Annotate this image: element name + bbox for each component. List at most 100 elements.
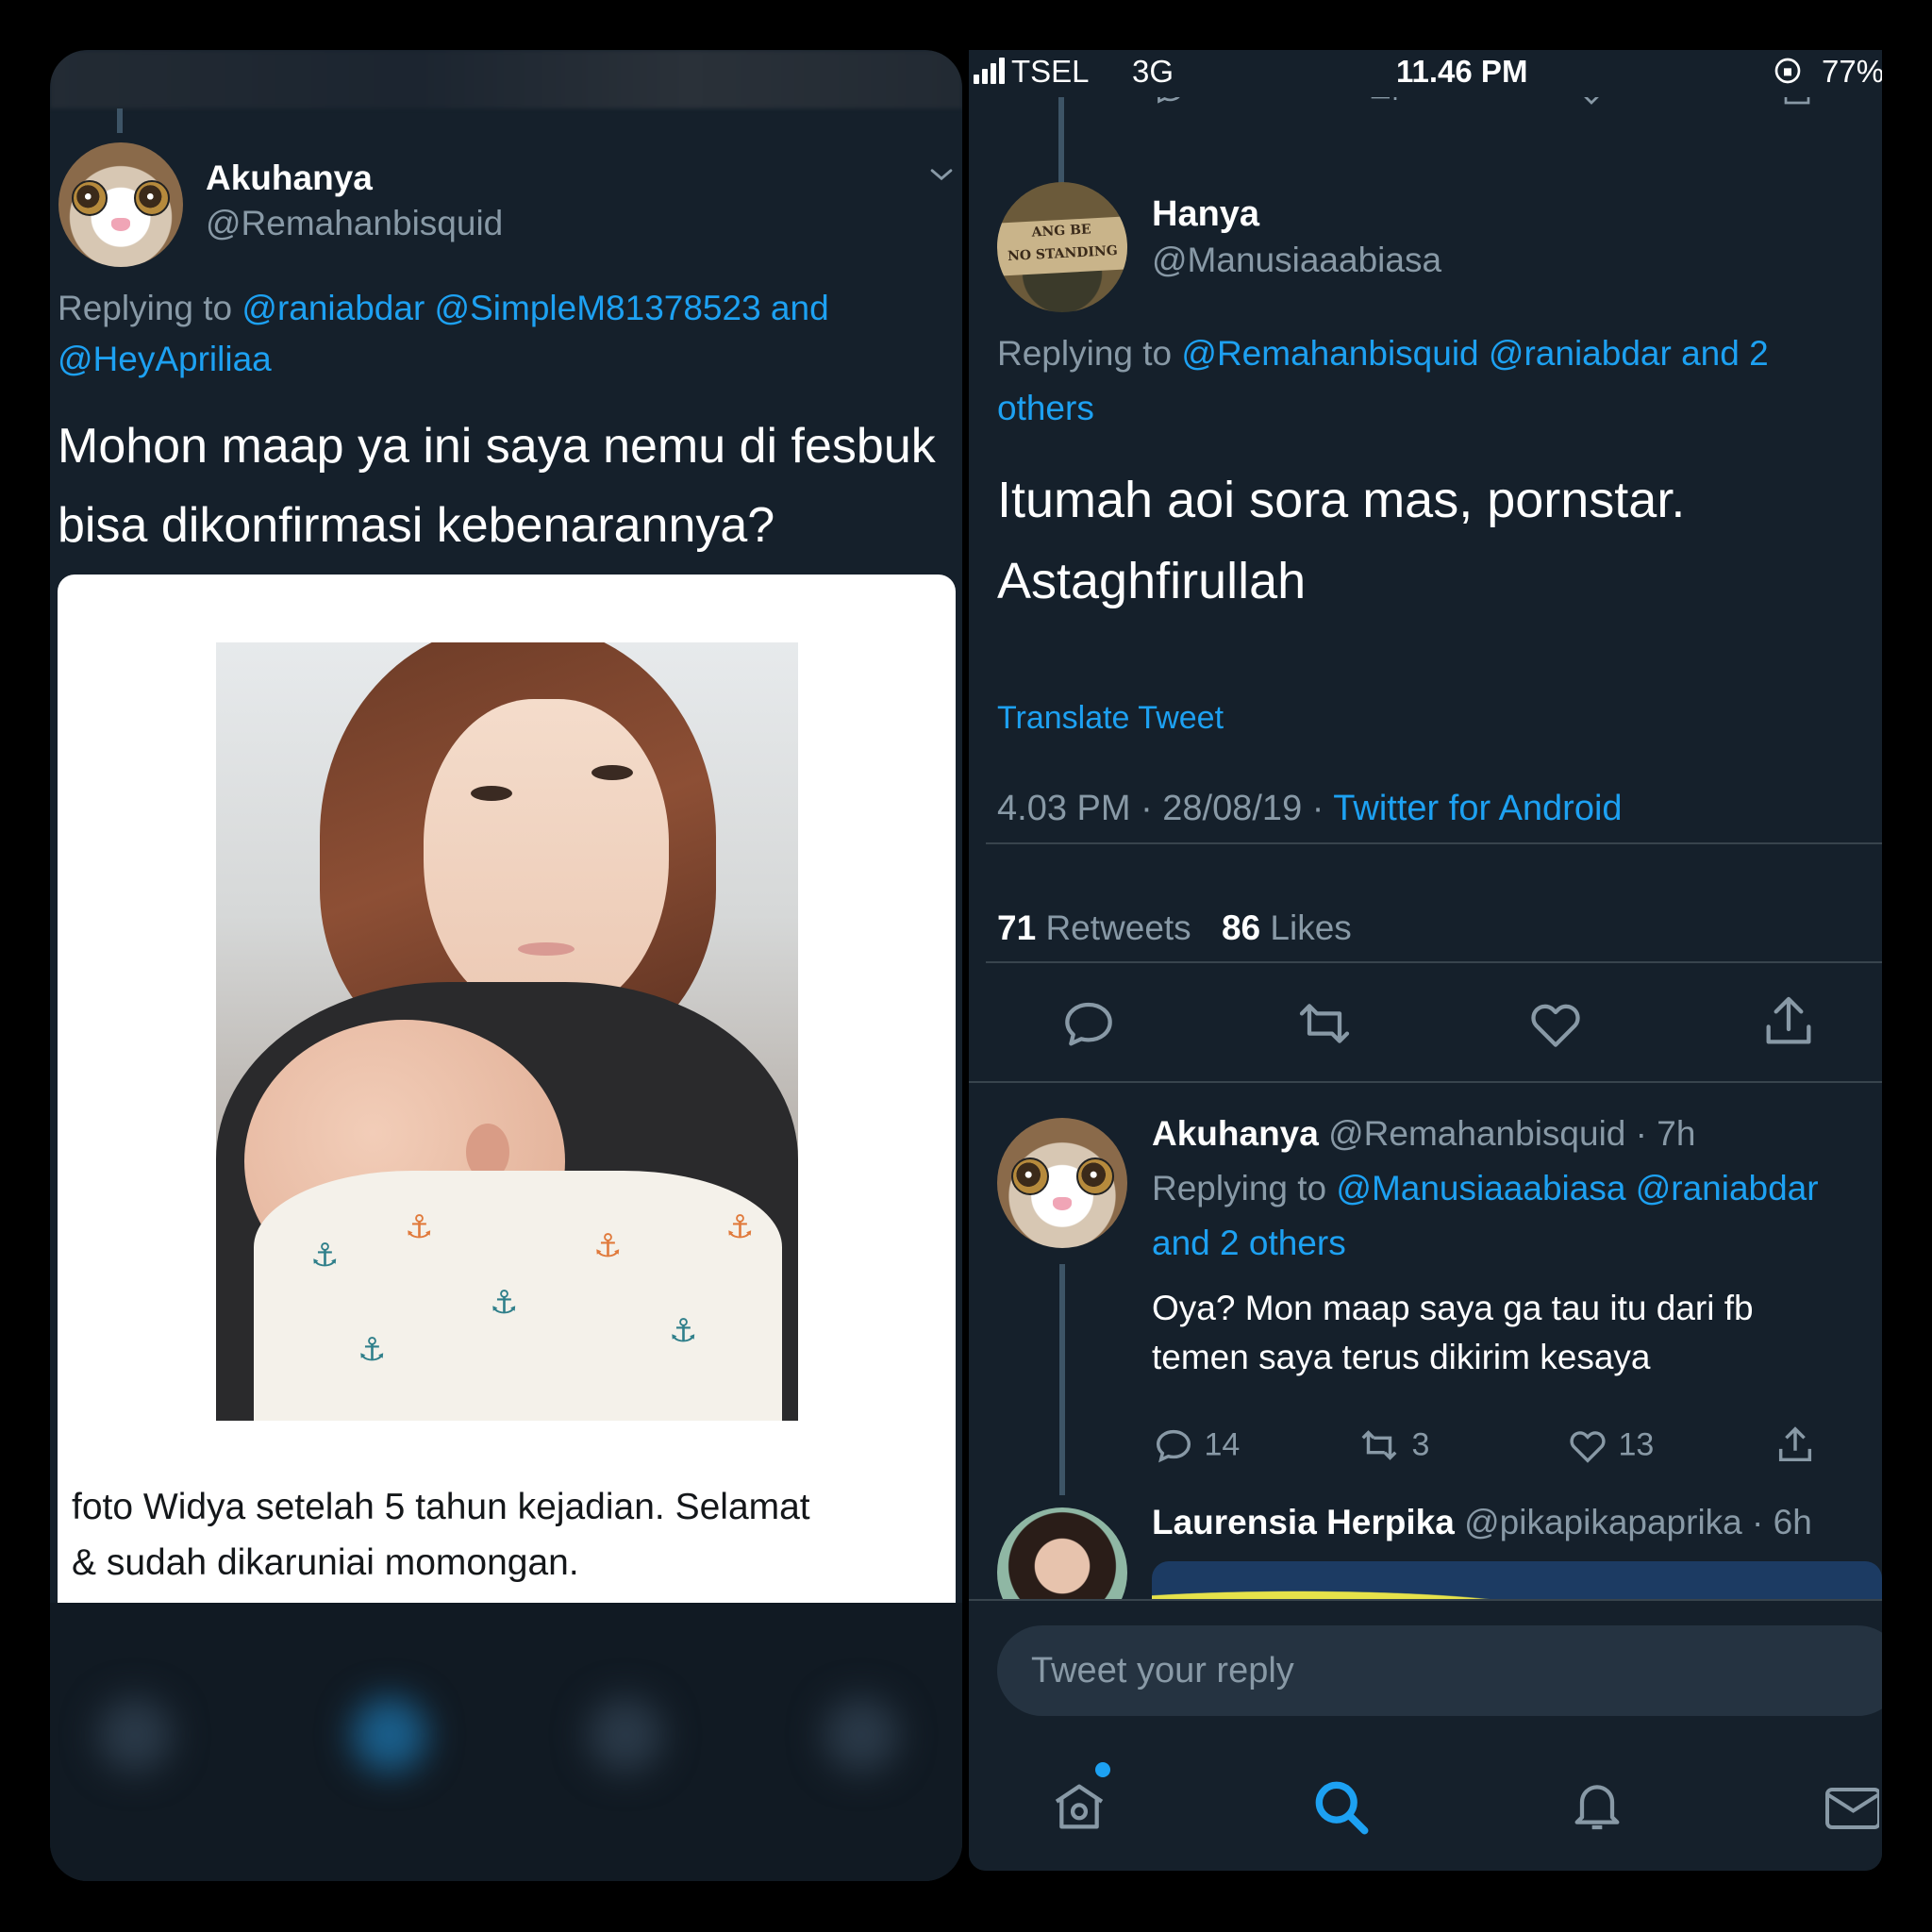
replying-links-2[interactable]: and 2 others <box>1152 1224 1346 1262</box>
retweets-stat[interactable]: 71 Retweets <box>997 908 1191 947</box>
like-icon[interactable] <box>1525 993 1586 1058</box>
anchor-icon: ⚓ <box>669 1313 698 1349</box>
thread-line <box>117 108 123 133</box>
replying-links[interactable]: @raniabdar @SimpleM81378523 and <box>242 289 828 327</box>
retweet-icon[interactable] <box>1291 993 1357 1058</box>
photo-lips <box>518 942 575 956</box>
replying-to: Replying to @raniabdar @SimpleM81378523 … <box>58 283 954 384</box>
share-icon[interactable] <box>1758 991 1819 1057</box>
replying-prefix: Replying to <box>997 334 1173 373</box>
right-screenshot-panel: TSEL 3G 11.46 PM 77% ANG BE NO STANDING … <box>969 50 1882 1871</box>
notifications-icon[interactable] <box>1567 1774 1627 1840</box>
rotation-lock-icon <box>1773 56 1803 93</box>
avatar[interactable] <box>58 142 183 267</box>
author-handle[interactable]: @Manusiaaabiasa <box>1152 241 1441 280</box>
divider <box>986 842 1882 844</box>
anchor-icon: ⚓ <box>490 1285 519 1321</box>
author-name[interactable]: Hanya <box>1152 194 1259 235</box>
photo-blanket: ⚓ ⚓ ⚓ ⚓ ⚓ ⚓ ⚓ <box>254 1171 782 1421</box>
search-icon[interactable] <box>1308 1774 1373 1843</box>
signal-icon <box>991 63 996 84</box>
reply-compose-input[interactable]: Tweet your reply <box>997 1625 1882 1716</box>
replying-to: Replying to @Remahanbisquid @raniabdar a… <box>997 326 1874 436</box>
retweets-count: 71 <box>997 908 1037 947</box>
messages-icon[interactable] <box>1823 1782 1881 1840</box>
reply-media-clipped[interactable] <box>1152 1561 1882 1599</box>
signal-icon <box>974 75 979 84</box>
replying-to: Replying to @Manusiaaabiasa @raniabdar a… <box>1152 1161 1882 1271</box>
blurred-header <box>50 50 962 108</box>
blurred-icon <box>824 1697 899 1773</box>
reply-handle-time[interactable]: @Remahanbisquid · 7h <box>1328 1114 1695 1153</box>
left-screenshot-panel: Akuhanya @Remahanbisquid Replying to @ra… <box>50 50 962 1881</box>
network-type: 3G <box>1132 54 1174 89</box>
status-bar: TSEL 3G 11.46 PM 77% <box>969 50 1882 97</box>
photo-eye <box>471 786 512 801</box>
tweet-source-link[interactable]: Twitter for Android <box>1333 789 1622 828</box>
photo-face <box>424 699 669 1020</box>
reply-count: 14 <box>1204 1426 1241 1463</box>
tweet-meta: 4.03 PM · 28/08/19 · Twitter for Android <box>997 789 1623 829</box>
blurred-footer <box>50 1603 962 1881</box>
anchor-icon: ⚓ <box>405 1209 434 1245</box>
blurred-icon <box>588 1697 663 1773</box>
replying-links-2[interactable]: others <box>997 389 1094 427</box>
reply-text: Oya? Mon maap saya ga tau itu dari fb te… <box>1152 1284 1878 1382</box>
author-name[interactable]: Akuhanya <box>206 158 373 198</box>
tweet-text-line: Mohon maap ya ini saya nemu di fesbuk <box>58 419 936 474</box>
avatar-nose <box>111 218 130 231</box>
like-icon <box>1570 1431 1606 1463</box>
avatar-nose <box>1053 1197 1072 1210</box>
photo-mother-and-baby: ⚓ ⚓ ⚓ ⚓ ⚓ ⚓ ⚓ <box>216 642 798 1421</box>
avatar-eye <box>1011 1158 1049 1195</box>
tweet-text: Mohon maap ya ini saya nemu di fesbuk bi… <box>58 407 954 565</box>
author-handle[interactable]: @Remahanbisquid <box>206 204 503 243</box>
tweet-media-image[interactable]: ⚓ ⚓ ⚓ ⚓ ⚓ ⚓ ⚓ foto Widya setelah 5 tahun… <box>58 575 956 1603</box>
avatar-eye <box>1076 1158 1114 1195</box>
replying-prefix: Replying to <box>1152 1169 1327 1208</box>
avatar[interactable]: ANG BE NO STANDING <box>997 182 1127 312</box>
replying-links-2[interactable]: @HeyApriliaa <box>58 340 272 378</box>
carrier: TSEL <box>1011 54 1090 89</box>
tweet-stats: 71 Retweets 86 Likes <box>997 908 1352 948</box>
avatar-eye <box>134 180 170 216</box>
divider <box>969 1081 1882 1083</box>
likes-stat[interactable]: 86 Likes <box>1222 908 1352 947</box>
tweet-text-line: Itumah aoi sora mas, pornstar. <box>997 472 1686 528</box>
reply-icon[interactable] <box>1058 993 1119 1058</box>
notification-dot <box>1095 1762 1110 1777</box>
home-icon[interactable] <box>1049 1776 1109 1841</box>
anchor-icon: ⚓ <box>593 1228 623 1264</box>
reply-text-line: Oya? Mon maap saya ga tau itu dari fb <box>1152 1289 1754 1327</box>
reply-text-line: temen saya terus dikirim kesaya <box>1152 1338 1651 1376</box>
reply-author-name[interactable]: Akuhanya <box>1152 1114 1319 1153</box>
divider <box>986 961 1882 963</box>
retweets-label: Retweets <box>1045 908 1191 947</box>
share-icon[interactable] <box>1774 1424 1817 1472</box>
reply-author-name[interactable]: Laurensia Herpika <box>1152 1503 1455 1541</box>
replying-links[interactable]: @Remahanbisquid @raniabdar and 2 <box>1181 334 1768 373</box>
reply-action[interactable]: 14 <box>1152 1424 1240 1467</box>
blurred-icon <box>97 1697 173 1773</box>
clock: 11.46 PM <box>1396 54 1528 89</box>
avatar[interactable] <box>997 1118 1127 1248</box>
reply-handle-time[interactable]: @pikapikapaprika · 6h <box>1464 1503 1812 1541</box>
reply-icon <box>1156 1429 1191 1463</box>
retweet-action[interactable]: 3 <box>1356 1424 1429 1467</box>
blurred-icon <box>352 1697 427 1773</box>
signal-icon <box>999 58 1005 84</box>
tweet-text: Itumah aoi sora mas, pornstar. Astaghfir… <box>997 459 1874 622</box>
like-action[interactable]: 13 <box>1566 1424 1654 1467</box>
replying-links[interactable]: @Manusiaaabiasa @raniabdar <box>1336 1169 1818 1208</box>
tweet-text-line: bisa dikonfirmasi kebenarannya? <box>58 498 775 553</box>
signal-icon <box>982 69 988 84</box>
avatar-eye <box>72 180 108 216</box>
reply-header: Laurensia Herpika @pikapikapaprika · 6h <box>1152 1503 1812 1542</box>
chevron-down-icon[interactable] <box>925 158 958 195</box>
retweet-icon <box>1361 1430 1397 1460</box>
like-count: 13 <box>1618 1426 1655 1463</box>
battery-level: 77% <box>1822 54 1882 89</box>
likes-label: Likes <box>1270 908 1352 947</box>
translate-tweet-link[interactable]: Translate Tweet <box>997 700 1224 737</box>
anchor-icon: ⚓ <box>358 1332 387 1368</box>
